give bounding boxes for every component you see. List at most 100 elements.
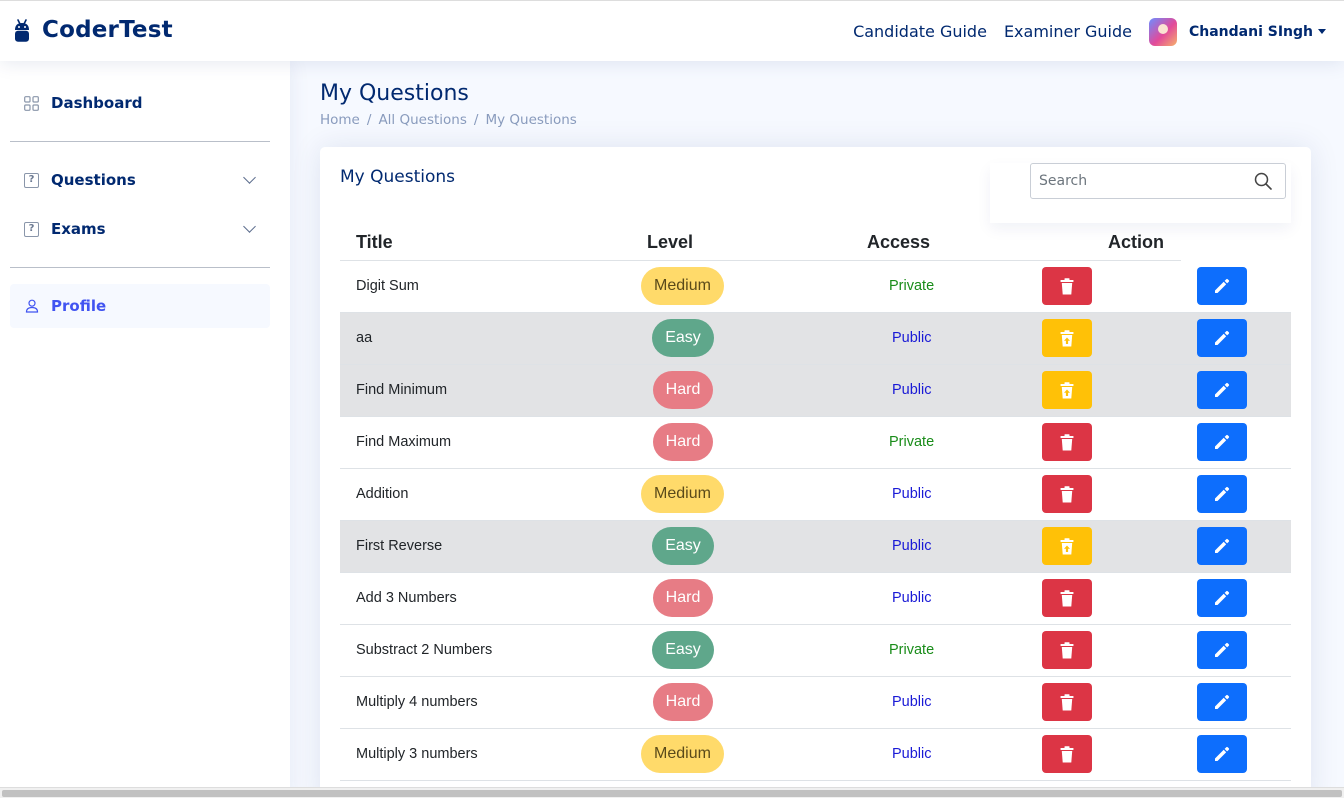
scrollbar-thumb[interactable]: [2, 790, 1342, 797]
person-icon: [24, 299, 39, 314]
delete-button[interactable]: [1042, 267, 1092, 305]
question-title[interactable]: Add 3 Numbers: [356, 590, 457, 606]
restore-trash-icon: [1060, 381, 1074, 399]
sidebar-item-questions[interactable]: ? Questions: [10, 158, 270, 202]
question-title[interactable]: Substract 2 Numbers: [356, 642, 492, 658]
grid-icon: [24, 95, 39, 111]
column-header-level: Level: [647, 232, 694, 252]
access-status: Private: [889, 278, 935, 294]
trash-icon: [1060, 745, 1074, 763]
table-row: Multiply 4 numbers Hard Public: [340, 677, 1291, 729]
table-row: Multiply 3 numbers Medium Public: [340, 729, 1291, 781]
sidebar: Dashboard ? Questions ? Exams Profile: [0, 61, 290, 798]
edit-button[interactable]: [1197, 683, 1247, 721]
level-badge: Medium: [641, 475, 724, 513]
table-body: Digit Sum Medium Private aa Easy Public Find M…: [340, 261, 1291, 781]
question-title[interactable]: Multiply 3 numbers: [356, 746, 478, 762]
avatar[interactable]: [1148, 17, 1177, 46]
edit-button[interactable]: [1197, 579, 1247, 617]
level-badge: Hard: [653, 371, 713, 409]
sidebar-item-dashboard[interactable]: Dashboard: [10, 81, 270, 125]
access-status: Public: [892, 538, 932, 554]
question-title[interactable]: Digit Sum: [356, 278, 419, 294]
question-title[interactable]: Multiply 4 numbers: [356, 694, 478, 710]
column-header-access: Access: [867, 232, 931, 252]
table-row: Add 3 Numbers Hard Public: [340, 573, 1291, 625]
sidebar-item-label: Profile: [51, 297, 107, 315]
edit-button[interactable]: [1197, 423, 1247, 461]
question-box-icon: ?: [24, 221, 39, 237]
sidebar-item-label: Exams: [51, 220, 106, 238]
level-badge: Easy: [652, 631, 714, 669]
restore-button[interactable]: [1042, 371, 1092, 409]
access-status: Public: [892, 330, 932, 346]
examiner-guide-link[interactable]: Examiner Guide: [1004, 22, 1132, 41]
trash-icon: [1060, 589, 1074, 607]
delete-button[interactable]: [1042, 735, 1092, 773]
delete-button[interactable]: [1042, 423, 1092, 461]
edit-button[interactable]: [1197, 527, 1247, 565]
delete-button[interactable]: [1042, 631, 1092, 669]
table-row: Addition Medium Public: [340, 469, 1291, 521]
question-title[interactable]: aa: [356, 330, 372, 346]
pencil-icon: [1213, 277, 1231, 295]
questions-card: My Questions Title Level Access Action D…: [320, 147, 1311, 798]
pencil-icon: [1213, 485, 1231, 503]
pencil-icon: [1213, 537, 1231, 555]
question-title[interactable]: Find Maximum: [356, 434, 451, 450]
chevron-down-icon: [243, 171, 256, 184]
level-badge: Easy: [652, 319, 714, 357]
android-logo-icon: [14, 17, 30, 43]
search-box: [990, 163, 1291, 223]
edit-button[interactable]: [1197, 267, 1247, 305]
pencil-icon: [1213, 693, 1231, 711]
column-header-title: Title: [356, 232, 393, 252]
edit-button[interactable]: [1197, 319, 1247, 357]
edit-button[interactable]: [1197, 371, 1247, 409]
level-badge: Hard: [653, 683, 713, 721]
restore-button[interactable]: [1042, 527, 1092, 565]
sidebar-item-exams[interactable]: ? Exams: [10, 207, 270, 251]
breadcrumb-home[interactable]: Home: [320, 112, 360, 128]
restore-button[interactable]: [1042, 319, 1092, 357]
table-header: Title Level Access Action: [340, 223, 1181, 261]
candidate-guide-link[interactable]: Candidate Guide: [853, 22, 987, 41]
table-row: Find Maximum Hard Private: [340, 417, 1291, 469]
table-row: First Reverse Easy Public: [340, 521, 1291, 573]
table-row: aa Easy Public: [340, 313, 1291, 365]
search-icon[interactable]: [1254, 172, 1272, 190]
pencil-icon: [1213, 433, 1231, 451]
pencil-icon: [1213, 745, 1231, 763]
access-status: Public: [892, 590, 932, 606]
trash-icon: [1060, 693, 1074, 711]
delete-button[interactable]: [1042, 683, 1092, 721]
question-box-icon: ?: [24, 172, 39, 188]
page-title: My Questions: [320, 81, 469, 106]
column-header-action: Action: [1108, 232, 1164, 252]
access-status: Private: [889, 642, 935, 658]
sidebar-item-profile[interactable]: Profile: [10, 284, 270, 328]
trash-icon: [1060, 485, 1074, 503]
question-title[interactable]: Addition: [356, 486, 408, 502]
breadcrumb-separator: /: [473, 112, 479, 128]
question-title[interactable]: First Reverse: [356, 538, 442, 554]
breadcrumb-current: My Questions: [485, 112, 577, 128]
level-badge: Medium: [641, 735, 724, 773]
table-row: Find Minimum Hard Public: [340, 365, 1291, 417]
breadcrumb-all-questions[interactable]: All Questions: [378, 112, 466, 128]
edit-button[interactable]: [1197, 735, 1247, 773]
edit-button[interactable]: [1197, 475, 1247, 513]
brand-name: CoderTest: [42, 17, 173, 43]
brand-logo[interactable]: CoderTest: [14, 17, 173, 43]
questions-table: Title Level Access Action Digit Sum Mediu…: [340, 223, 1291, 781]
search-input[interactable]: [1030, 163, 1286, 199]
delete-button[interactable]: [1042, 579, 1092, 617]
horizontal-scrollbar[interactable]: [0, 787, 1344, 798]
question-title[interactable]: Find Minimum: [356, 382, 447, 398]
access-status: Public: [892, 746, 932, 762]
edit-button[interactable]: [1197, 631, 1247, 669]
user-menu-toggle[interactable]: Chandani SIngh: [1189, 24, 1326, 40]
delete-button[interactable]: [1042, 475, 1092, 513]
sidebar-item-label: Dashboard: [51, 94, 143, 112]
header-nav: Candidate Guide Examiner Guide Chandani …: [853, 1, 1326, 62]
